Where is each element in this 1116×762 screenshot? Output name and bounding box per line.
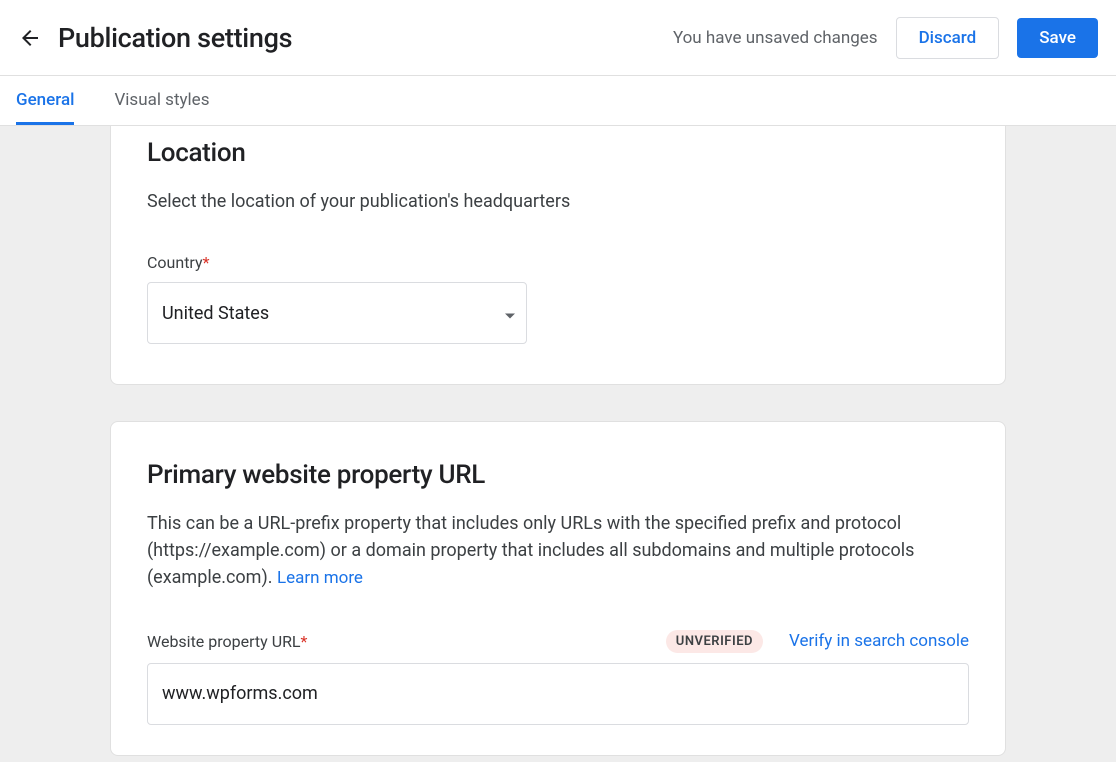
url-label: Website property URL* <box>147 632 307 651</box>
unsaved-changes-text: You have unsaved changes <box>673 28 878 48</box>
url-field-right: UNVERIFIED Verify in search console <box>666 630 969 653</box>
learn-more-link[interactable]: Learn more <box>277 568 363 588</box>
required-asterisk: * <box>301 632 308 651</box>
tabs: General Visual styles <box>0 76 1116 126</box>
url-input-wrapper <box>147 663 969 725</box>
country-select-wrapper: United States <box>147 282 527 344</box>
back-arrow-button[interactable] <box>18 26 42 50</box>
header-right: You have unsaved changes Discard Save <box>673 17 1098 59</box>
content-area: Location Select the location of your pub… <box>0 126 1116 762</box>
arrow-back-icon <box>18 26 42 50</box>
url-card: Primary website property URL This can be… <box>110 421 1006 756</box>
header: Publication settings You have unsaved ch… <box>0 0 1116 76</box>
country-select[interactable]: United States <box>147 282 527 344</box>
website-property-url-input[interactable] <box>147 663 969 725</box>
save-button[interactable]: Save <box>1017 18 1098 58</box>
country-label: Country* <box>147 253 969 272</box>
url-label-text: Website property URL <box>147 632 301 651</box>
verify-search-console-link[interactable]: Verify in search console <box>789 631 969 651</box>
location-description: Select the location of your publication'… <box>147 188 969 215</box>
header-left: Publication settings <box>18 22 292 54</box>
url-description: This can be a URL-prefix property that i… <box>147 510 969 592</box>
country-label-text: Country <box>147 253 203 272</box>
url-description-text: This can be a URL-prefix property that i… <box>147 513 914 588</box>
location-title: Location <box>147 138 969 168</box>
url-title: Primary website property URL <box>147 460 969 490</box>
required-asterisk: * <box>203 253 210 272</box>
discard-button[interactable]: Discard <box>896 17 1000 59</box>
tab-general[interactable]: General <box>16 76 74 125</box>
unverified-badge: UNVERIFIED <box>666 630 763 653</box>
location-card: Location Select the location of your pub… <box>110 126 1006 385</box>
url-field-header: Website property URL* UNVERIFIED Verify … <box>147 630 969 653</box>
page-title: Publication settings <box>58 22 292 54</box>
tab-visual-styles[interactable]: Visual styles <box>114 76 209 125</box>
